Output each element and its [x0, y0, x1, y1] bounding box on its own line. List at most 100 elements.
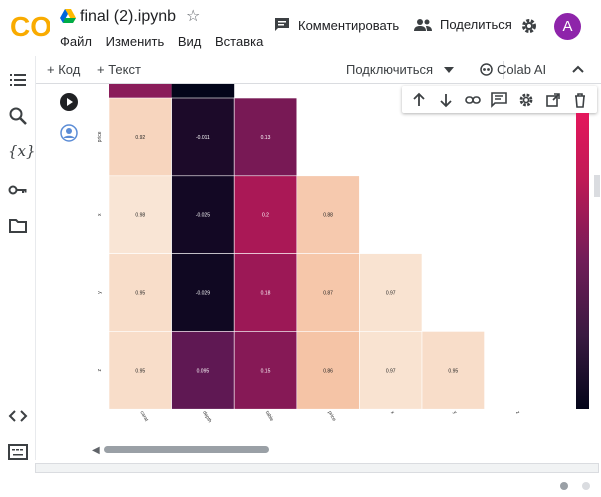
heatmap-cell: 0.97: [359, 331, 423, 410]
x-tick-label: x: [389, 410, 396, 416]
add-text-button[interactable]: + Текст: [97, 62, 141, 77]
heatmap-cell-value: 0.98: [135, 213, 145, 219]
avatar[interactable]: A: [554, 13, 581, 40]
link-icon[interactable]: [464, 92, 481, 108]
heatmap-cell-value: 0.95: [135, 368, 145, 374]
settings-gear-icon[interactable]: [520, 17, 538, 35]
scroll-left-arrow-icon[interactable]: ◀: [92, 445, 100, 456]
colab-ai-icon: [480, 63, 493, 76]
y-tick-label: y: [97, 291, 103, 294]
heatmap-cell-value: 0.95: [135, 291, 145, 297]
heatmap-cell: 0.98: [108, 175, 172, 254]
status-dot-icon[interactable]: [560, 482, 568, 490]
heatmap-cell-value: -0.025: [196, 213, 210, 219]
heatmap-cell-value: 0.86: [323, 368, 333, 374]
terminal-icon[interactable]: [8, 442, 28, 462]
star-icon[interactable]: ☆: [186, 6, 200, 26]
heatmap-cell-partial: [171, 84, 235, 98]
left-sidebar: {x}: [0, 56, 36, 466]
colab-ai-label: Colab AI: [497, 62, 547, 77]
heatmap-cell-value: 0.15: [261, 368, 271, 374]
heatmap-cell: 0.13: [233, 97, 298, 177]
status-track: [35, 463, 599, 473]
table-of-contents-icon[interactable]: [8, 70, 28, 90]
heatmap-cell: 0.2: [233, 175, 298, 254]
heatmap-cell-value: 0.88: [323, 213, 333, 219]
heatmap-cell: 0.92: [108, 97, 172, 177]
comment-button[interactable]: Комментировать: [274, 17, 399, 33]
heatmap-cell: -0.025: [171, 175, 235, 254]
heatmap-cell: -0.029: [171, 253, 235, 332]
menu-bar: Файл Изменить Вид Вставка С: [60, 34, 272, 49]
gear-icon[interactable]: [518, 92, 534, 108]
collapse-chevron-icon[interactable]: [572, 65, 584, 73]
status-bar: [0, 460, 601, 497]
arrow-down-icon[interactable]: [438, 92, 454, 108]
y-tick-label: z: [97, 369, 103, 372]
heatmap-cell: 0.86: [296, 331, 360, 410]
menu-item-view[interactable]: Вид: [178, 34, 202, 49]
menu-item-edit[interactable]: Изменить: [106, 34, 165, 49]
x-tick-label: price: [326, 410, 337, 423]
heatmap-cell: 0.095: [171, 331, 235, 410]
heatmap-cell: 0.15: [233, 331, 298, 410]
add-code-button[interactable]: + Код: [47, 62, 80, 77]
heatmap-cell: 0.95: [108, 331, 172, 410]
connect-dropdown-icon[interactable]: [444, 67, 454, 73]
heatmap-cells: 0.92 -0.011 0.13 0.98 -0.025 0.2 0.88 0.95 -0.02…: [108, 84, 485, 410]
heatmap-cell: 0.18: [233, 253, 298, 332]
heatmap-cell-value: 0.13: [261, 135, 271, 141]
heatmap-cell-partial: [109, 84, 172, 98]
share-button[interactable]: Поделиться: [414, 17, 512, 32]
key-icon[interactable]: [8, 180, 28, 200]
status-dot-icon[interactable]: [582, 482, 590, 490]
google-drive-icon[interactable]: [60, 9, 76, 23]
heatmap-x-labels: carat depth table price x y z: [139, 410, 521, 424]
horizontal-scrollbar-thumb[interactable]: [104, 446, 269, 453]
x-tick-label: depth: [201, 410, 213, 424]
heatmap-cell: -0.011: [171, 97, 235, 177]
code-snippets-icon[interactable]: [8, 406, 28, 426]
heatmap-cell-value: 0.97: [386, 368, 396, 374]
variables-icon[interactable]: {x}: [8, 142, 36, 162]
x-tick-label: table: [264, 410, 275, 423]
x-tick-label: z: [514, 410, 521, 416]
heatmap-cell-value: -0.011: [196, 135, 210, 141]
heatmap-cell-value: 0.87: [323, 291, 333, 297]
share-label: Поделиться: [440, 17, 512, 32]
cell-toolbar: [402, 86, 597, 113]
code-cell: 0.92 -0.011 0.13 0.98 -0.025 0.2 0.88 0.95 -0.02…: [36, 84, 601, 450]
colab-ai-button[interactable]: Colab AI: [480, 62, 546, 77]
heatmap-colorbar: [576, 113, 589, 409]
menu-item-file[interactable]: Файл: [60, 34, 92, 49]
comment-icon[interactable]: [491, 91, 508, 108]
mirror-icon[interactable]: [545, 92, 561, 108]
people-icon: [414, 18, 432, 31]
arrow-up-icon[interactable]: [411, 92, 427, 108]
top-bar: CO final (2).ipynb ☆ Файл Изменить Вид В…: [0, 0, 601, 56]
notebook-title[interactable]: final (2).ipynb: [80, 8, 176, 26]
heatmap-cell-value: 0.095: [197, 368, 210, 374]
colab-logo[interactable]: CO: [10, 9, 50, 43]
correlation-heatmap: 0.92 -0.011 0.13 0.98 -0.025 0.2 0.88 0.95 -0.02…: [97, 84, 521, 424]
x-tick-label: y: [452, 410, 459, 416]
heatmap-cell-value: 0.2: [262, 213, 269, 219]
comment-label: Комментировать: [298, 17, 400, 33]
heatmap-y-labels: price x y z: [97, 131, 103, 371]
trash-icon[interactable]: [572, 92, 588, 108]
heatmap-cell-value: -0.029: [196, 291, 210, 297]
heatmap-cell: 0.87: [296, 253, 360, 332]
heatmap-cell-value: 0.97: [386, 291, 396, 297]
menu-item-insert[interactable]: Вставка: [215, 34, 263, 49]
heatmap-cell: 0.95: [421, 331, 485, 410]
heatmap-cell-value: 0.18: [261, 291, 271, 297]
vertical-scrollbar[interactable]: [594, 175, 600, 197]
y-tick-label: x: [97, 213, 103, 216]
search-icon[interactable]: [8, 106, 28, 126]
connect-button[interactable]: Подключиться: [346, 62, 433, 77]
folder-icon[interactable]: [8, 216, 28, 236]
heatmap-cell: 0.97: [359, 253, 423, 332]
comment-icon: [275, 18, 289, 31]
y-tick-label: price: [97, 131, 103, 142]
heatmap-cell: 0.95: [108, 253, 172, 332]
